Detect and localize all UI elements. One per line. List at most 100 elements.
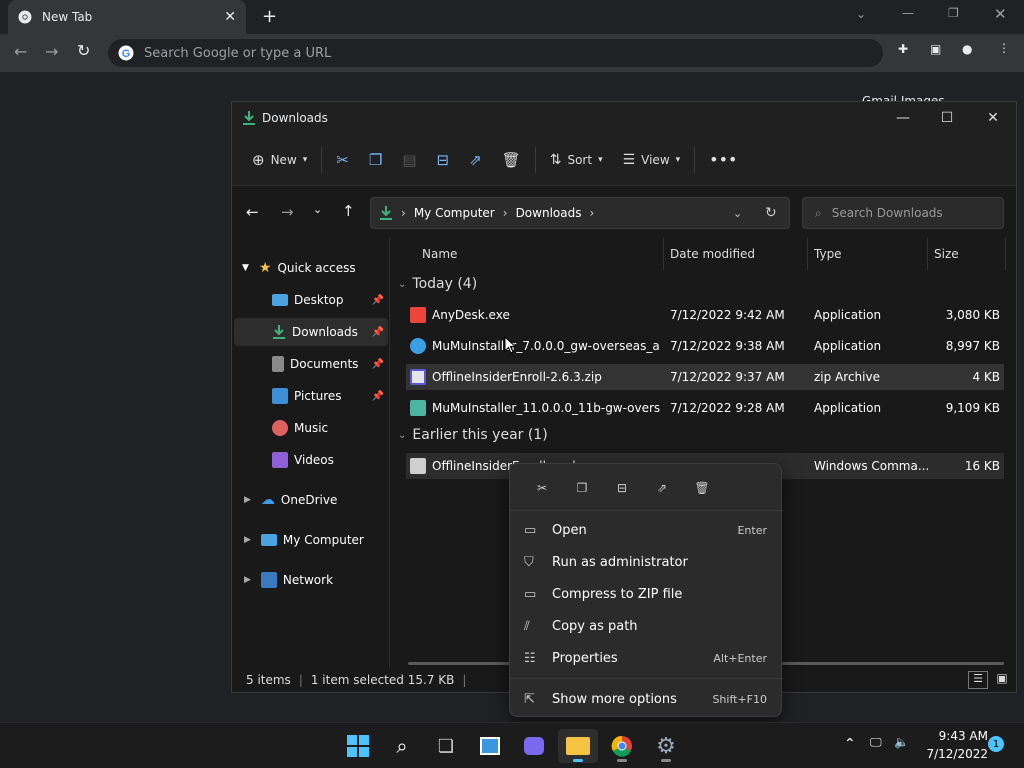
volume-icon[interactable]: 🔈 xyxy=(894,735,909,749)
back-arrow-icon[interactable]: ← xyxy=(246,203,259,221)
task-view-button[interactable]: ❏ xyxy=(426,729,466,763)
recent-chevron-icon[interactable]: ⌄ xyxy=(313,203,322,216)
breadcrumb-my-computer[interactable]: My Computer xyxy=(414,206,495,220)
back-icon[interactable]: ← xyxy=(14,42,27,61)
address-bar[interactable]: › My Computer › Downloads › ⌄ ↻ xyxy=(370,197,790,229)
music-icon xyxy=(272,420,288,436)
sidebar-item-my-computer[interactable]: ▶ My Computer xyxy=(234,526,388,554)
paste-button[interactable]: ▤ xyxy=(392,143,426,177)
close-tab-icon[interactable]: ✕ xyxy=(224,9,236,25)
clock-date: 7/12/2022 xyxy=(926,747,988,761)
breadcrumb-downloads[interactable]: Downloads xyxy=(516,206,582,220)
sort-button[interactable]: ⇅ Sort ▾ xyxy=(540,143,613,177)
forward-arrow-icon[interactable]: → xyxy=(281,203,294,221)
taskbar-clock[interactable]: 9:43 AM 7/12/2022 xyxy=(918,727,988,763)
share-icon[interactable]: ⇗ xyxy=(642,472,682,504)
sidebar-item-pictures[interactable]: Pictures 📌 xyxy=(234,382,388,410)
new-tab-icon[interactable]: + xyxy=(262,6,277,27)
search-downloads-input[interactable]: ⌕ Search Downloads xyxy=(802,197,1004,229)
video-icon xyxy=(272,452,288,468)
share-icon: ⇗ xyxy=(469,150,482,169)
copy-path-icon: ⫽ xyxy=(524,618,530,634)
copy-button[interactable]: ❐ xyxy=(359,143,392,177)
delete-button[interactable]: 🗑 xyxy=(492,143,531,177)
network-tray-icon[interactable]: 🖵 xyxy=(870,735,882,750)
menu-item-copy-path[interactable]: ⫽ Copy as path xyxy=(516,611,777,641)
menu-item-compress-zip[interactable]: ▭ Compress to ZIP file xyxy=(516,579,777,609)
menu-item-run-as-admin[interactable]: ⛉ Run as administrator xyxy=(516,547,777,577)
omnibox[interactable]: G Search Google or type a URL xyxy=(108,39,883,67)
column-header-size[interactable]: Size xyxy=(928,238,1006,270)
menu-label: Show more options xyxy=(552,691,677,707)
menu-kebab-icon[interactable]: ⋮ xyxy=(998,41,1010,55)
column-header-type[interactable]: Type xyxy=(808,238,928,270)
column-header-name[interactable]: Name xyxy=(390,238,664,270)
cut-icon[interactable]: ✂ xyxy=(522,472,562,504)
file-row-mumu-7[interactable]: MuMuInstaller_7.0.0.0_gw-overseas_all_1.… xyxy=(406,333,1004,359)
forward-icon[interactable]: → xyxy=(45,42,58,61)
tiles-view-icon[interactable]: ▣ xyxy=(992,671,1012,689)
sidebar-item-desktop[interactable]: Desktop 📌 xyxy=(234,286,388,314)
start-button[interactable] xyxy=(338,729,378,763)
file-size: 16 KB xyxy=(964,459,1000,473)
profile-icon[interactable]: ● xyxy=(962,42,972,56)
file-name: MuMuInstaller_11.0.0.0_11b-gw-overseas..… xyxy=(432,401,660,415)
chevron-right-icon: ▶ xyxy=(244,575,251,585)
menu-item-properties[interactable]: ☷ Properties Alt+Enter xyxy=(516,643,777,673)
tab-search-icon[interactable]: ⌄ xyxy=(856,7,866,21)
trash-icon[interactable]: 🗑 xyxy=(682,472,722,504)
rename-button[interactable]: ⊟ xyxy=(427,143,460,177)
rename-icon[interactable]: ⊟ xyxy=(602,472,642,504)
sidebar-item-onedrive[interactable]: ▶ ☁ OneDrive xyxy=(234,486,388,514)
chevron-up-icon[interactable]: ⌃ xyxy=(844,736,856,752)
explorer-close-button[interactable]: ✕ xyxy=(970,102,1016,134)
file-explorer-taskbar-button[interactable] xyxy=(558,729,598,763)
sidebar-item-network[interactable]: ▶ Network xyxy=(234,566,388,594)
copy-icon[interactable]: ❐ xyxy=(562,472,602,504)
settings-taskbar-button[interactable]: ⚙ xyxy=(646,729,686,763)
notification-badge[interactable]: 1 xyxy=(988,736,1004,752)
explorer-minimize-button[interactable]: — xyxy=(880,102,926,134)
browser-tab[interactable]: New Tab ✕ xyxy=(8,0,246,34)
more-options-button[interactable]: ••• xyxy=(699,143,747,177)
group-header-today[interactable]: ⌄ Today (4) xyxy=(398,276,477,292)
new-button[interactable]: ⊕ New ▾ xyxy=(242,143,317,177)
task-view-icon: ❏ xyxy=(437,735,455,757)
explorer-title: Downloads xyxy=(262,111,328,125)
search-button[interactable]: ⌕ xyxy=(382,729,422,763)
sidebar-item-videos[interactable]: Videos xyxy=(234,446,388,474)
widgets-button[interactable] xyxy=(470,729,510,763)
sidebar-item-quick-access[interactable]: ▼ ★ Quick access xyxy=(234,254,388,282)
desktop-icon xyxy=(272,294,288,306)
up-arrow-icon[interactable]: ↑ xyxy=(342,202,355,220)
refresh-icon[interactable]: ↻ xyxy=(765,205,777,221)
close-window-icon[interactable]: ✕ xyxy=(994,5,1007,23)
menu-item-open[interactable]: ▭ Open Enter xyxy=(516,515,777,545)
sidebar-item-downloads[interactable]: Downloads 📌 xyxy=(234,318,388,346)
breadcrumb-sep-icon: › xyxy=(589,206,595,220)
address-history-icon[interactable]: ⌄ xyxy=(733,207,742,220)
chrome-taskbar-button[interactable] xyxy=(602,729,642,763)
group-header-earlier[interactable]: ⌄ Earlier this year (1) xyxy=(398,427,548,443)
cut-button[interactable]: ✂ xyxy=(326,143,359,177)
file-row-offlineinsider-zip[interactable]: OfflineInsiderEnroll-2.6.3.zip 7/12/2022… xyxy=(406,364,1004,390)
breadcrumb-sep-icon: › xyxy=(502,206,508,220)
restore-icon[interactable]: ❐ xyxy=(948,6,959,20)
file-row-mumu-11[interactable]: MuMuInstaller_11.0.0.0_11b-gw-overseas..… xyxy=(406,395,1004,421)
sidebar-item-music[interactable]: Music xyxy=(234,414,388,442)
sidebar-item-documents[interactable]: Documents 📌 xyxy=(234,350,388,378)
explorer-maximize-button[interactable]: ☐ xyxy=(924,102,970,134)
minimize-icon[interactable]: — xyxy=(902,6,914,20)
side-panel-icon[interactable]: ▣ xyxy=(930,42,941,56)
menu-item-show-more[interactable]: ⇱ Show more options Shift+F10 xyxy=(516,684,777,714)
view-button[interactable]: ☰ View ▾ xyxy=(613,143,691,177)
extensions-icon[interactable]: ✚ xyxy=(898,42,908,56)
copy-icon: ❐ xyxy=(368,150,383,169)
share-button[interactable]: ⇗ xyxy=(459,143,492,177)
chat-button[interactable] xyxy=(514,729,554,763)
column-header-date[interactable]: Date modified xyxy=(664,238,808,270)
file-row-anydesk[interactable]: AnyDesk.exe 7/12/2022 9:42 AM Applicatio… xyxy=(406,302,1004,328)
omnibox-placeholder: Search Google or type a URL xyxy=(144,45,332,61)
details-view-icon[interactable]: ☰ xyxy=(968,671,988,689)
reload-icon[interactable]: ↻ xyxy=(77,41,90,60)
